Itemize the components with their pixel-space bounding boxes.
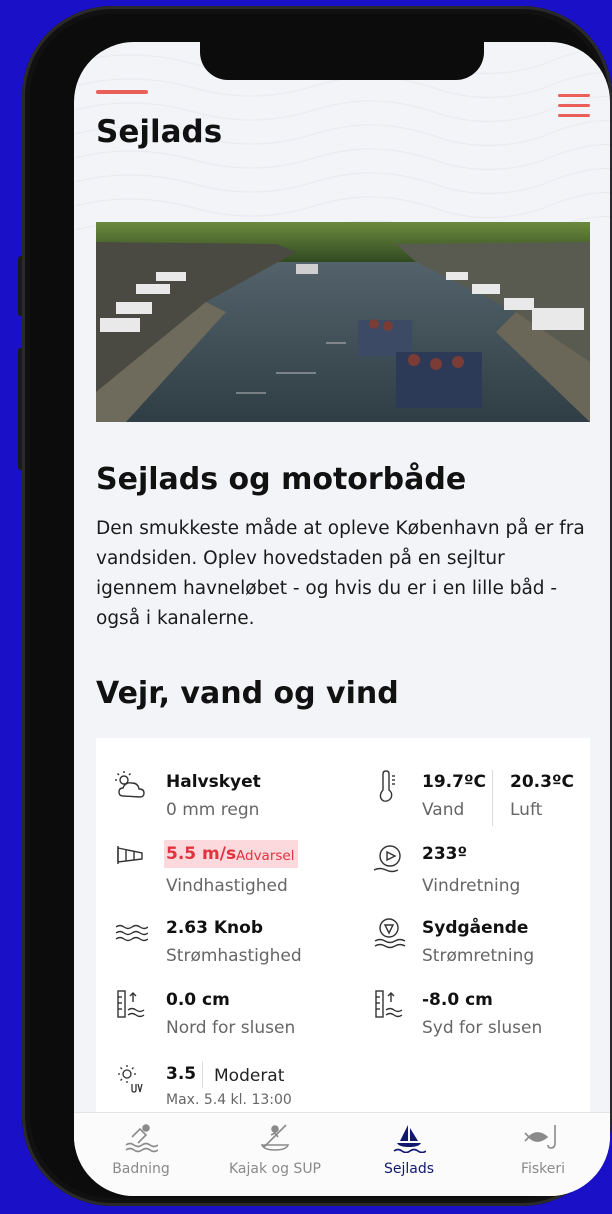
temperature-divider	[492, 770, 493, 826]
windsock-icon	[117, 846, 143, 864]
air-temperature-label: Luft	[510, 800, 543, 820]
water-level-north-value: 0.0 cm	[166, 990, 230, 1010]
weather-card: Halvskyet 0 mm regn 19.7ºC Vand 20.3ºC L…	[96, 738, 590, 1138]
uv-divider	[202, 1062, 203, 1088]
tab-sejlads[interactable]: Sejlads	[342, 1113, 476, 1196]
current-speed-label: Strømhastighed	[166, 946, 302, 966]
wind-speed-value: 5.5 m/s	[166, 844, 237, 864]
page-title: Sejlads	[96, 114, 223, 150]
current-speed-value: 2.63 Knob	[166, 918, 263, 938]
hero-image-canal-boats	[96, 222, 590, 422]
wind-direction-icon	[373, 845, 401, 873]
tab-kajak-og-sup[interactable]: Kajak og SUP	[208, 1113, 342, 1196]
thermometer-icon	[379, 770, 395, 802]
article-heading: Sejlads og motorbåde	[96, 462, 467, 497]
weather-heading: Vejr, vand og vind	[96, 676, 399, 711]
current-direction-icon	[374, 918, 406, 949]
uv-level-label: Moderat	[214, 1066, 285, 1086]
tab-label: Kajak og SUP	[228, 1161, 322, 1177]
bottom-tab-bar: Badning Kajak og SUP Sejlads Fiskeri	[74, 1112, 610, 1196]
water-temperature-value: 19.7ºC	[422, 772, 487, 792]
water-temperature-label: Vand	[422, 800, 465, 820]
water-level-north-label: Nord for slusen	[166, 1018, 296, 1038]
water-level-icon	[117, 990, 145, 1018]
tab-fiskeri[interactable]: Fiskeri	[476, 1113, 610, 1196]
phone-frame: Sejlads Sejlads og motorbåde Den smukkes…	[22, 6, 612, 1206]
uv-index-value: 3.5	[166, 1064, 197, 1084]
wind-speed-label: Vindhastighed	[166, 876, 288, 896]
uv-max-label: Max. 5.4 kl. 13:00	[166, 1092, 292, 1108]
sailboat-icon	[393, 1125, 426, 1153]
title-accent-bar	[96, 90, 148, 94]
phone-screen: Sejlads Sejlads og motorbåde Den smukkes…	[74, 42, 610, 1196]
wind-direction-value: 233º	[422, 844, 468, 864]
tab-label: Sejlads	[383, 1161, 435, 1177]
current-direction-value: Sydgående	[422, 918, 529, 938]
air-temperature-value: 20.3ºC	[510, 772, 575, 792]
tab-label: Fiskeri	[520, 1161, 566, 1177]
rain-value: 0 mm regn	[166, 800, 260, 820]
cloud-value: Halvskyet	[166, 772, 261, 792]
fishing-icon	[524, 1125, 556, 1149]
water-level-icon	[375, 990, 403, 1018]
current-direction-label: Strømretning	[422, 946, 535, 966]
hamburger-menu-icon[interactable]	[558, 94, 590, 118]
water-level-south-label: Syd for slusen	[422, 1018, 543, 1038]
phone-notch	[200, 42, 484, 80]
water-level-south-value: -8.0 cm	[422, 990, 493, 1010]
kayak-icon	[260, 1124, 290, 1151]
wind-warning-label: Advarsel	[236, 848, 295, 864]
tab-badning[interactable]: Badning	[74, 1113, 208, 1196]
article-body: Den smukkeste måde at opleve København p…	[96, 518, 585, 629]
swimmer-icon	[125, 1124, 158, 1153]
waves-icon	[115, 924, 148, 942]
tab-label: Badning	[112, 1161, 170, 1177]
wind-direction-label: Vindretning	[422, 876, 521, 896]
uv-sun-icon	[118, 1065, 143, 1093]
partly-cloudy-icon	[115, 771, 145, 798]
